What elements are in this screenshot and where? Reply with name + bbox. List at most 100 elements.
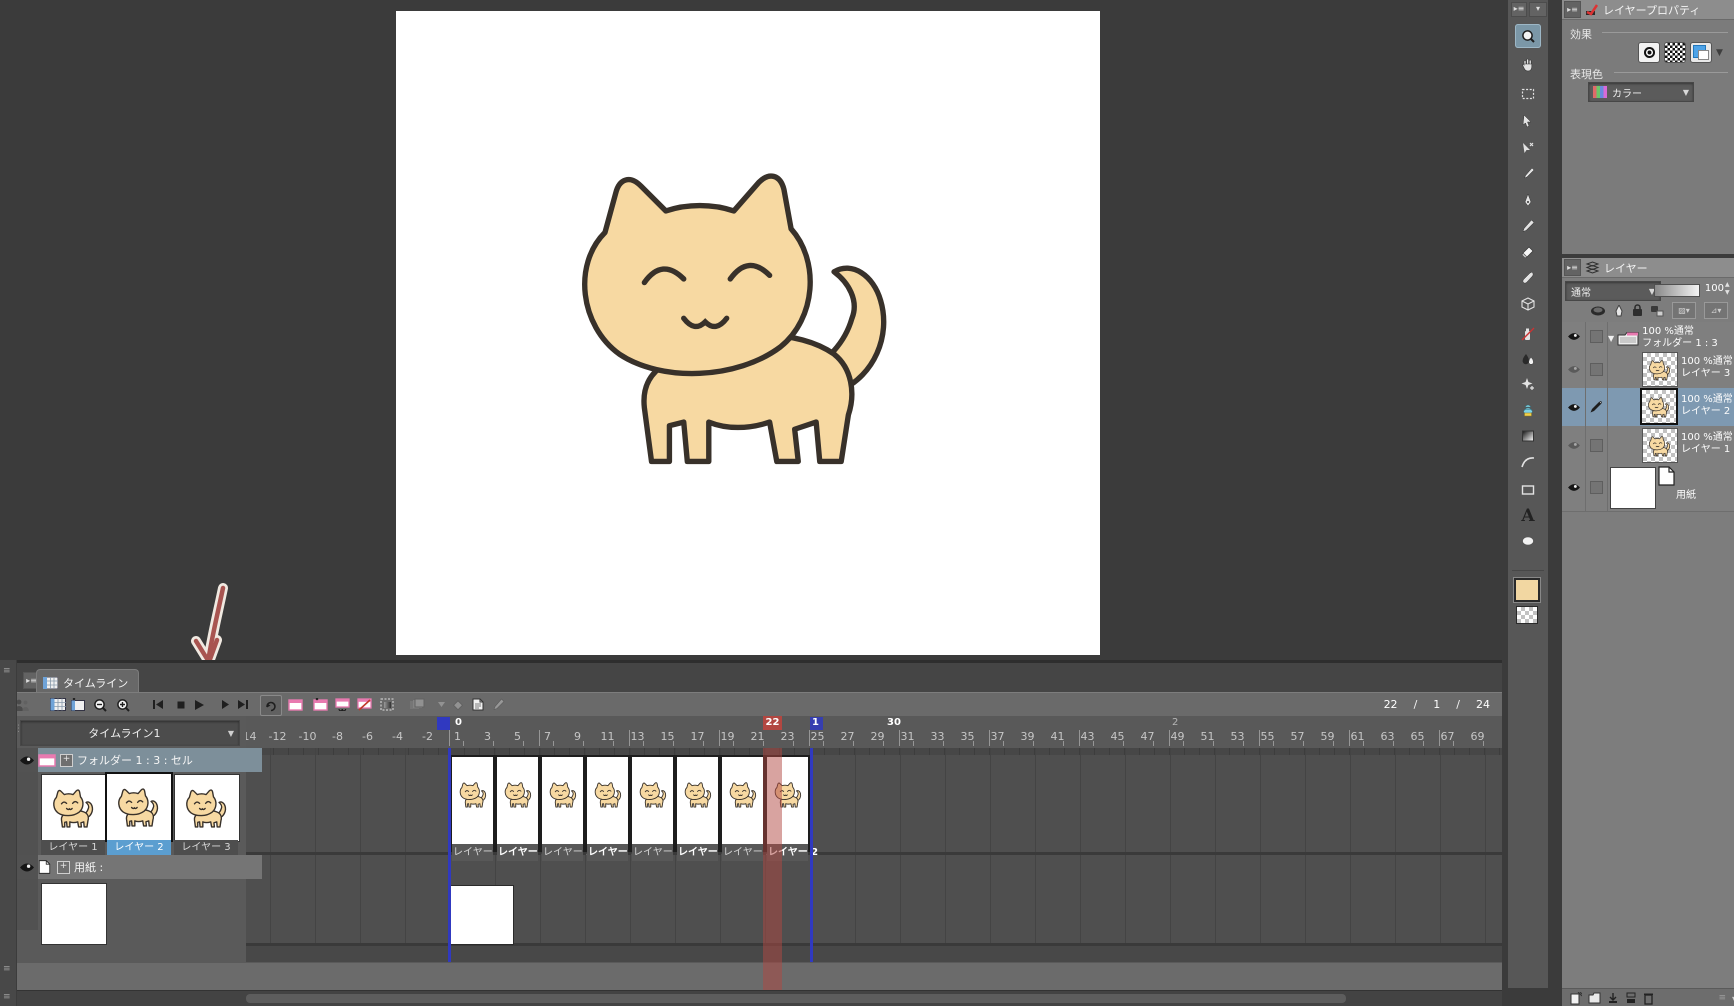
object-tool[interactable] <box>1515 136 1541 160</box>
cel-link-button[interactable] <box>332 695 352 714</box>
keyframe-diamond-button[interactable] <box>448 695 468 714</box>
layer-row-フォルダー1:3[interactable]: ▼ 100 %通常 フォルダー 1 : 3 <box>1562 322 1734 351</box>
marquee-tool[interactable] <box>1515 82 1541 106</box>
expression-color-select[interactable]: カラー ▼ <box>1588 82 1694 102</box>
layer-thumbnail[interactable] <box>41 774 107 842</box>
decoration-softserve-tool[interactable] <box>1515 398 1541 422</box>
hand-tool[interactable] <box>1515 53 1541 77</box>
curve-tool[interactable] <box>1515 450 1541 474</box>
animation-cel[interactable]: レイヤー 1 <box>450 755 502 861</box>
layer-thumbnail-label[interactable]: レイヤー 1 <box>41 840 105 855</box>
checkbox[interactable] <box>1589 362 1603 376</box>
layer-thumbnail[interactable] <box>1640 388 1678 425</box>
paper-thumbnail[interactable] <box>41 883 107 945</box>
zoom-tool[interactable] <box>1515 24 1541 48</box>
animation-cel[interactable]: レイヤー 2 <box>585 755 638 861</box>
layer-color-effect-button[interactable] <box>1690 42 1712 63</box>
cel-delete-button[interactable] <box>354 695 374 714</box>
transparent-color-swatch[interactable] <box>1516 606 1538 624</box>
loop-button[interactable] <box>260 695 282 716</box>
layer-row-レイヤー3[interactable]: 100 %通常 レイヤー 3 <box>1562 350 1734 389</box>
layer-visibility-toggle[interactable] <box>1562 388 1586 426</box>
layer-check-cell[interactable] <box>1585 426 1608 464</box>
brush-tool[interactable] <box>1515 266 1541 290</box>
figure-3d-tool[interactable] <box>1515 292 1541 316</box>
timeline-track-area[interactable]: レイヤー 1 レイヤー 2 レイヤー 3 レイヤー 2 レイヤー 1 レイヤー 2 レイヤー… <box>246 748 1502 990</box>
collapse-arrow-icon[interactable]: ▼ <box>1608 334 1614 343</box>
new-cel-button[interactable] <box>285 695 305 714</box>
layer-check-cell[interactable] <box>1585 388 1608 426</box>
mask-icon[interactable] <box>1590 306 1606 316</box>
move-tool[interactable] <box>1515 109 1541 133</box>
opacity-stepper[interactable]: ▲ ▼ <box>1725 281 1730 297</box>
drawing-canvas[interactable] <box>396 11 1100 655</box>
panel-options-icon[interactable]: ▾ <box>1529 2 1547 17</box>
pen-tool[interactable] <box>1515 188 1541 212</box>
new-folder-icon[interactable] <box>1588 992 1601 1004</box>
lock-icon[interactable] <box>1632 304 1643 317</box>
playback-start-line[interactable] <box>448 748 451 962</box>
layer-thumbnail[interactable] <box>1642 352 1678 387</box>
layer-thumbnail-label[interactable]: レイヤー 2 <box>107 840 171 855</box>
panel-grip-icon[interactable]: ≡ <box>3 667 11 676</box>
text-tool[interactable]: A <box>1515 504 1541 528</box>
paper-cel[interactable] <box>450 885 514 945</box>
playhead-label[interactable]: 22 <box>763 716 782 730</box>
gradient-tool[interactable] <box>1515 424 1541 448</box>
animation-cel[interactable]: レイヤー 3 <box>540 755 592 861</box>
timeline-view-button[interactable] <box>48 695 68 714</box>
ellipse-tool[interactable] <box>1515 529 1541 553</box>
animation-cel[interactable]: レイヤー 2 <box>495 755 548 861</box>
pencil-tool[interactable] <box>1515 214 1541 238</box>
panel-grip-icon[interactable]: ≡ <box>3 965 11 974</box>
clip-to-layer-button[interactable]: ▨▾ <box>1672 302 1696 319</box>
layer-thumbnail-label[interactable]: レイヤー 3 <box>174 840 238 855</box>
onion-skin-button[interactable] <box>407 695 427 714</box>
stop-button[interactable] <box>171 695 191 714</box>
panel-menu-icon[interactable]: ▸≡ <box>1511 2 1527 17</box>
delete-layer-icon[interactable] <box>1643 992 1654 1005</box>
rectangle-tool[interactable] <box>1515 478 1541 502</box>
paper-track-header[interactable]: + 用紙 : <box>38 855 262 879</box>
zoom-out-button[interactable] <box>90 695 110 714</box>
new-layer-icon[interactable] <box>1570 991 1582 1005</box>
checkbox[interactable] <box>1589 329 1603 343</box>
timeline-scrollbar[interactable]: ≡ <box>0 990 1502 1006</box>
playhead-band[interactable] <box>763 748 782 990</box>
animation-cel[interactable]: レイヤー 2 <box>675 755 728 861</box>
timeline-selector[interactable]: タイムライン1 ▼ <box>20 720 240 746</box>
animation-cel[interactable]: レイヤー 3 <box>720 755 772 861</box>
scrollbar-thumb[interactable] <box>246 994 1346 1003</box>
layer-check-cell[interactable] <box>1585 350 1608 388</box>
layer-visibility-toggle[interactable] <box>1562 426 1586 464</box>
expand-icon[interactable]: + <box>60 753 73 767</box>
layer-check-cell[interactable] <box>1585 464 1608 511</box>
merge-down-icon[interactable] <box>1625 992 1637 1004</box>
lock-alpha-icon[interactable] <box>1651 304 1664 317</box>
foreground-color-swatch[interactable] <box>1514 578 1540 602</box>
expand-icon[interactable]: + <box>57 860 70 874</box>
panel-menu-icon[interactable]: ▸≡ <box>1564 1 1581 18</box>
new-cel-star-button[interactable] <box>310 695 330 714</box>
film-page-button[interactable] <box>467 695 487 714</box>
panel-menu-icon[interactable]: ▸≡ <box>1564 259 1581 276</box>
layer-visibility-toggle[interactable] <box>1562 464 1586 511</box>
layer-row-レイヤー1[interactable]: 100 %通常 レイヤー 1 <box>1562 426 1734 465</box>
decoration-sparkle-tool[interactable] <box>1515 372 1541 396</box>
checkbox[interactable] <box>1589 438 1603 452</box>
ruler-range-button[interactable]: ⊿▾ <box>1704 302 1728 319</box>
layer-thumbnail[interactable] <box>1642 428 1678 463</box>
blend-tool[interactable] <box>1515 348 1541 372</box>
play-button[interactable] <box>189 695 209 714</box>
layer-thumbnail[interactable] <box>105 772 173 842</box>
track-visibility-toggle[interactable] <box>16 748 39 772</box>
layer-visibility-toggle[interactable] <box>1562 350 1586 388</box>
eraser-tool[interactable] <box>1515 240 1541 264</box>
onion-box-button[interactable] <box>377 695 397 714</box>
layer-thumbnail[interactable] <box>174 774 240 842</box>
skip-start-button[interactable] <box>148 695 168 714</box>
paper-thumbnail[interactable] <box>1610 467 1656 509</box>
skip-end-button[interactable] <box>232 695 252 714</box>
playback-start-marker[interactable] <box>437 717 450 730</box>
track-visibility-toggle[interactable] <box>16 855 39 879</box>
